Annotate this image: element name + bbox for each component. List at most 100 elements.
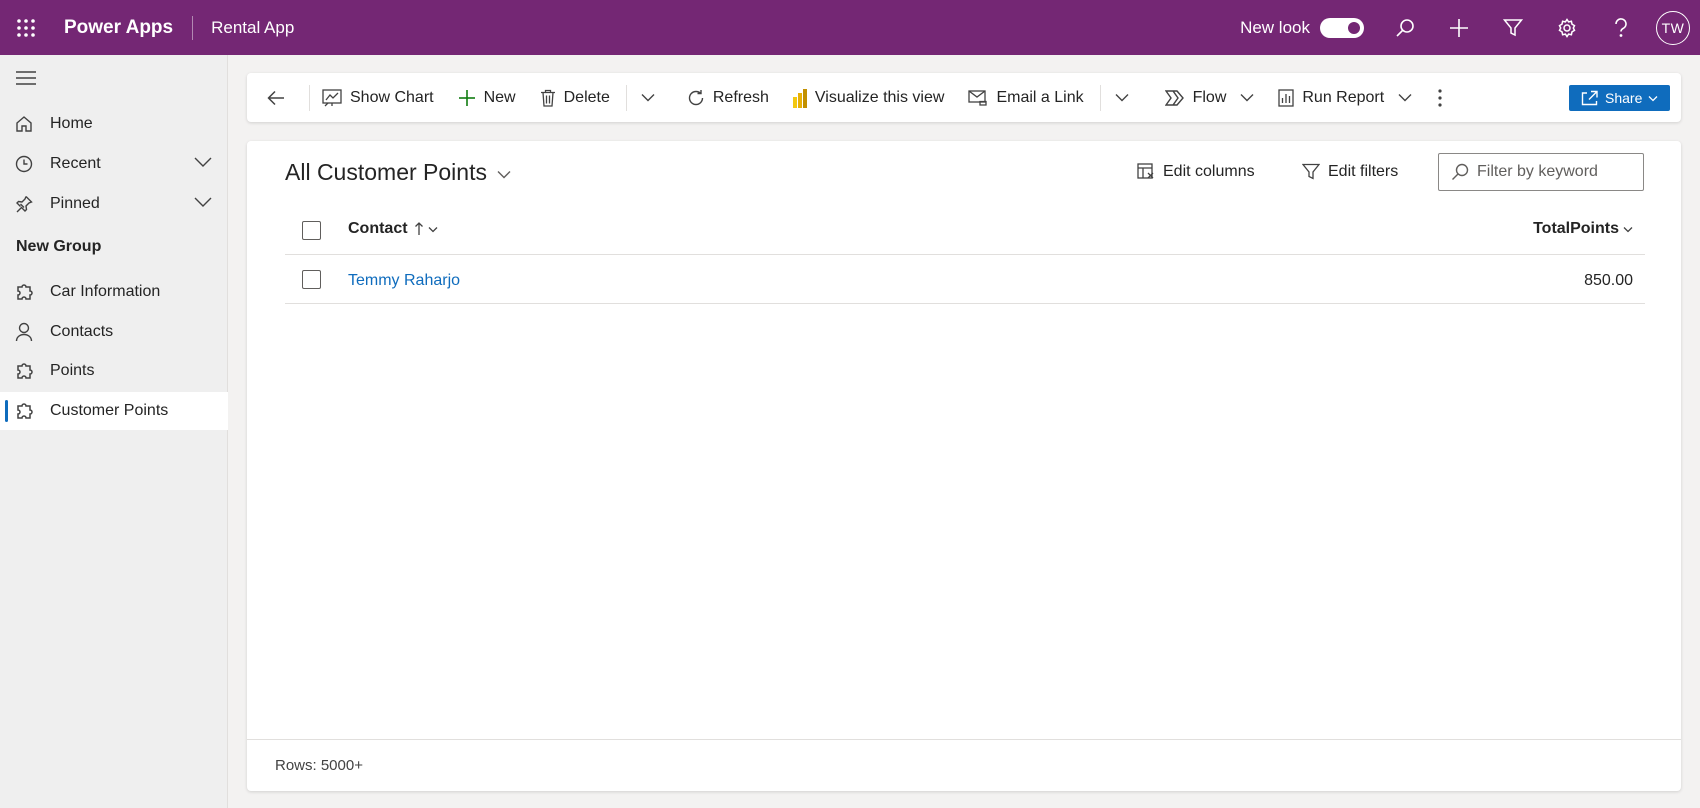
divider — [1099, 84, 1101, 111]
overflow-menu-button[interactable] — [1424, 73, 1454, 122]
user-avatar[interactable]: TW — [1656, 10, 1690, 45]
clock-icon — [0, 155, 50, 173]
app-name[interactable]: Rental App — [211, 18, 294, 38]
sidebar-item-label: Car Information — [50, 283, 161, 300]
report-icon — [1278, 88, 1295, 107]
show-chart-button[interactable]: Show Chart — [314, 73, 446, 122]
trash-icon — [540, 89, 556, 107]
visualize-view-label: Visualize this view — [814, 88, 945, 106]
refresh-label: Refresh — [712, 88, 769, 106]
sidebar: Home Recent Pinned New Group Car Informa… — [0, 55, 228, 808]
sidebar-item-contacts[interactable]: Contacts — [0, 313, 228, 351]
header-divider — [192, 15, 194, 40]
puzzle-icon — [0, 361, 50, 381]
share-button[interactable]: Share — [1569, 85, 1670, 111]
chevron-down-icon[interactable] — [194, 196, 212, 208]
view-title: All Customer Points — [285, 159, 487, 185]
back-arrow-icon — [267, 90, 285, 106]
share-label: Share — [1605, 90, 1643, 106]
sidebar-item-label: Contacts — [50, 323, 114, 340]
table-row[interactable]: Temmy Raharjo 850.00 — [285, 256, 1645, 304]
contact-link[interactable]: Temmy Raharjo — [348, 272, 460, 290]
sidebar-item-recent[interactable]: Recent — [0, 145, 228, 183]
search-placeholder: Filter by keyword — [1477, 163, 1598, 180]
new-button[interactable]: New — [446, 73, 528, 122]
help-icon[interactable] — [1594, 0, 1648, 55]
plus-icon[interactable] — [1432, 0, 1486, 55]
chevron-down-icon — [497, 170, 511, 179]
puzzle-icon — [0, 282, 50, 302]
sidebar-item-pinned[interactable]: Pinned — [0, 185, 228, 223]
home-icon — [0, 115, 50, 133]
flow-button[interactable]: Flow — [1153, 73, 1267, 122]
sidebar-item-label: Pinned — [50, 195, 100, 212]
more-actions-dropdown[interactable] — [631, 73, 675, 122]
refresh-icon — [687, 89, 705, 107]
edit-columns-label: Edit columns — [1163, 163, 1255, 180]
show-chart-label: Show Chart — [350, 88, 434, 106]
new-look-label: New look — [1240, 17, 1310, 37]
sort-ascending-icon — [414, 222, 424, 236]
sidebar-item-label: Home — [50, 115, 93, 132]
plus-icon — [458, 89, 476, 107]
app-header: Power Apps Rental App New look TW — [0, 0, 1700, 55]
sidebar-group-title: New Group — [16, 238, 102, 255]
filter-keyword-input[interactable]: Filter by keyword — [1438, 153, 1644, 191]
visualize-view-button[interactable]: Visualize this view — [781, 73, 957, 122]
new-look-toggle[interactable] — [1320, 17, 1364, 38]
more-vertical-icon — [1438, 88, 1442, 107]
chart-icon — [322, 88, 342, 107]
puzzle-icon — [0, 401, 50, 421]
column-header-totalpoints[interactable]: TotalPoints — [1533, 220, 1633, 238]
filter-icon[interactable] — [1486, 0, 1540, 55]
select-all-checkbox[interactable] — [302, 221, 321, 240]
sidebar-item-customer-points[interactable]: Customer Points — [0, 392, 228, 430]
email-dropdown[interactable] — [1105, 73, 1153, 122]
chevron-down-icon — [1115, 93, 1129, 102]
delete-button[interactable]: Delete — [528, 73, 622, 122]
chevron-down-icon — [1240, 93, 1254, 102]
email-link-button[interactable]: Email a Link — [956, 73, 1095, 122]
search-icon — [1451, 163, 1469, 181]
sidebar-item-home[interactable]: Home — [0, 105, 228, 143]
divider — [625, 84, 627, 111]
divider — [309, 84, 310, 111]
column-header-contact[interactable]: Contact — [348, 220, 438, 238]
chevron-down-icon — [1623, 226, 1633, 233]
hamburger-icon[interactable] — [16, 71, 36, 87]
edit-filters-label: Edit filters — [1328, 163, 1399, 180]
run-report-button[interactable]: Run Report — [1266, 73, 1424, 122]
grid-header: Contact TotalPoints — [285, 206, 1645, 255]
edit-filters-button[interactable]: Edit filters — [1302, 163, 1398, 181]
sidebar-item-label: Recent — [50, 155, 101, 172]
person-icon — [0, 322, 50, 342]
settings-icon[interactable] — [1540, 0, 1594, 55]
edit-columns-button[interactable]: Edit columns — [1137, 163, 1255, 181]
run-report-label: Run Report — [1302, 88, 1385, 106]
column-header-label: TotalPoints — [1533, 220, 1619, 237]
power-bi-icon — [792, 88, 807, 108]
sidebar-item-car-information[interactable]: Car Information — [0, 273, 228, 311]
chevron-down-icon — [428, 226, 438, 233]
filter-icon — [1302, 163, 1320, 181]
row-checkbox[interactable] — [302, 270, 321, 289]
refresh-button[interactable]: Refresh — [675, 73, 781, 122]
chevron-down-icon[interactable] — [194, 156, 212, 168]
sidebar-item-points[interactable]: Points — [0, 352, 228, 390]
grid-footer: Rows: 5000+ — [247, 739, 1681, 791]
row-count: Rows: 5000+ — [275, 757, 363, 774]
app-launcher-icon[interactable] — [0, 0, 52, 55]
view-panel: All Customer Points Edit columns Edit fi… — [247, 141, 1681, 791]
chevron-down-icon — [1398, 93, 1412, 102]
search-icon[interactable] — [1378, 0, 1432, 55]
toggle-knob — [1348, 21, 1360, 34]
new-label: New — [483, 88, 516, 106]
totalpoints-cell: 850.00 — [1584, 272, 1633, 289]
view-selector[interactable]: All Customer Points — [285, 159, 511, 186]
email-link-icon — [968, 89, 988, 106]
flow-label: Flow — [1192, 88, 1227, 106]
email-link-label: Email a Link — [996, 88, 1084, 106]
command-bar: Show Chart New Delete Refresh Visualize … — [247, 73, 1681, 122]
brand-name[interactable]: Power Apps — [64, 17, 173, 39]
back-button[interactable] — [247, 73, 309, 122]
